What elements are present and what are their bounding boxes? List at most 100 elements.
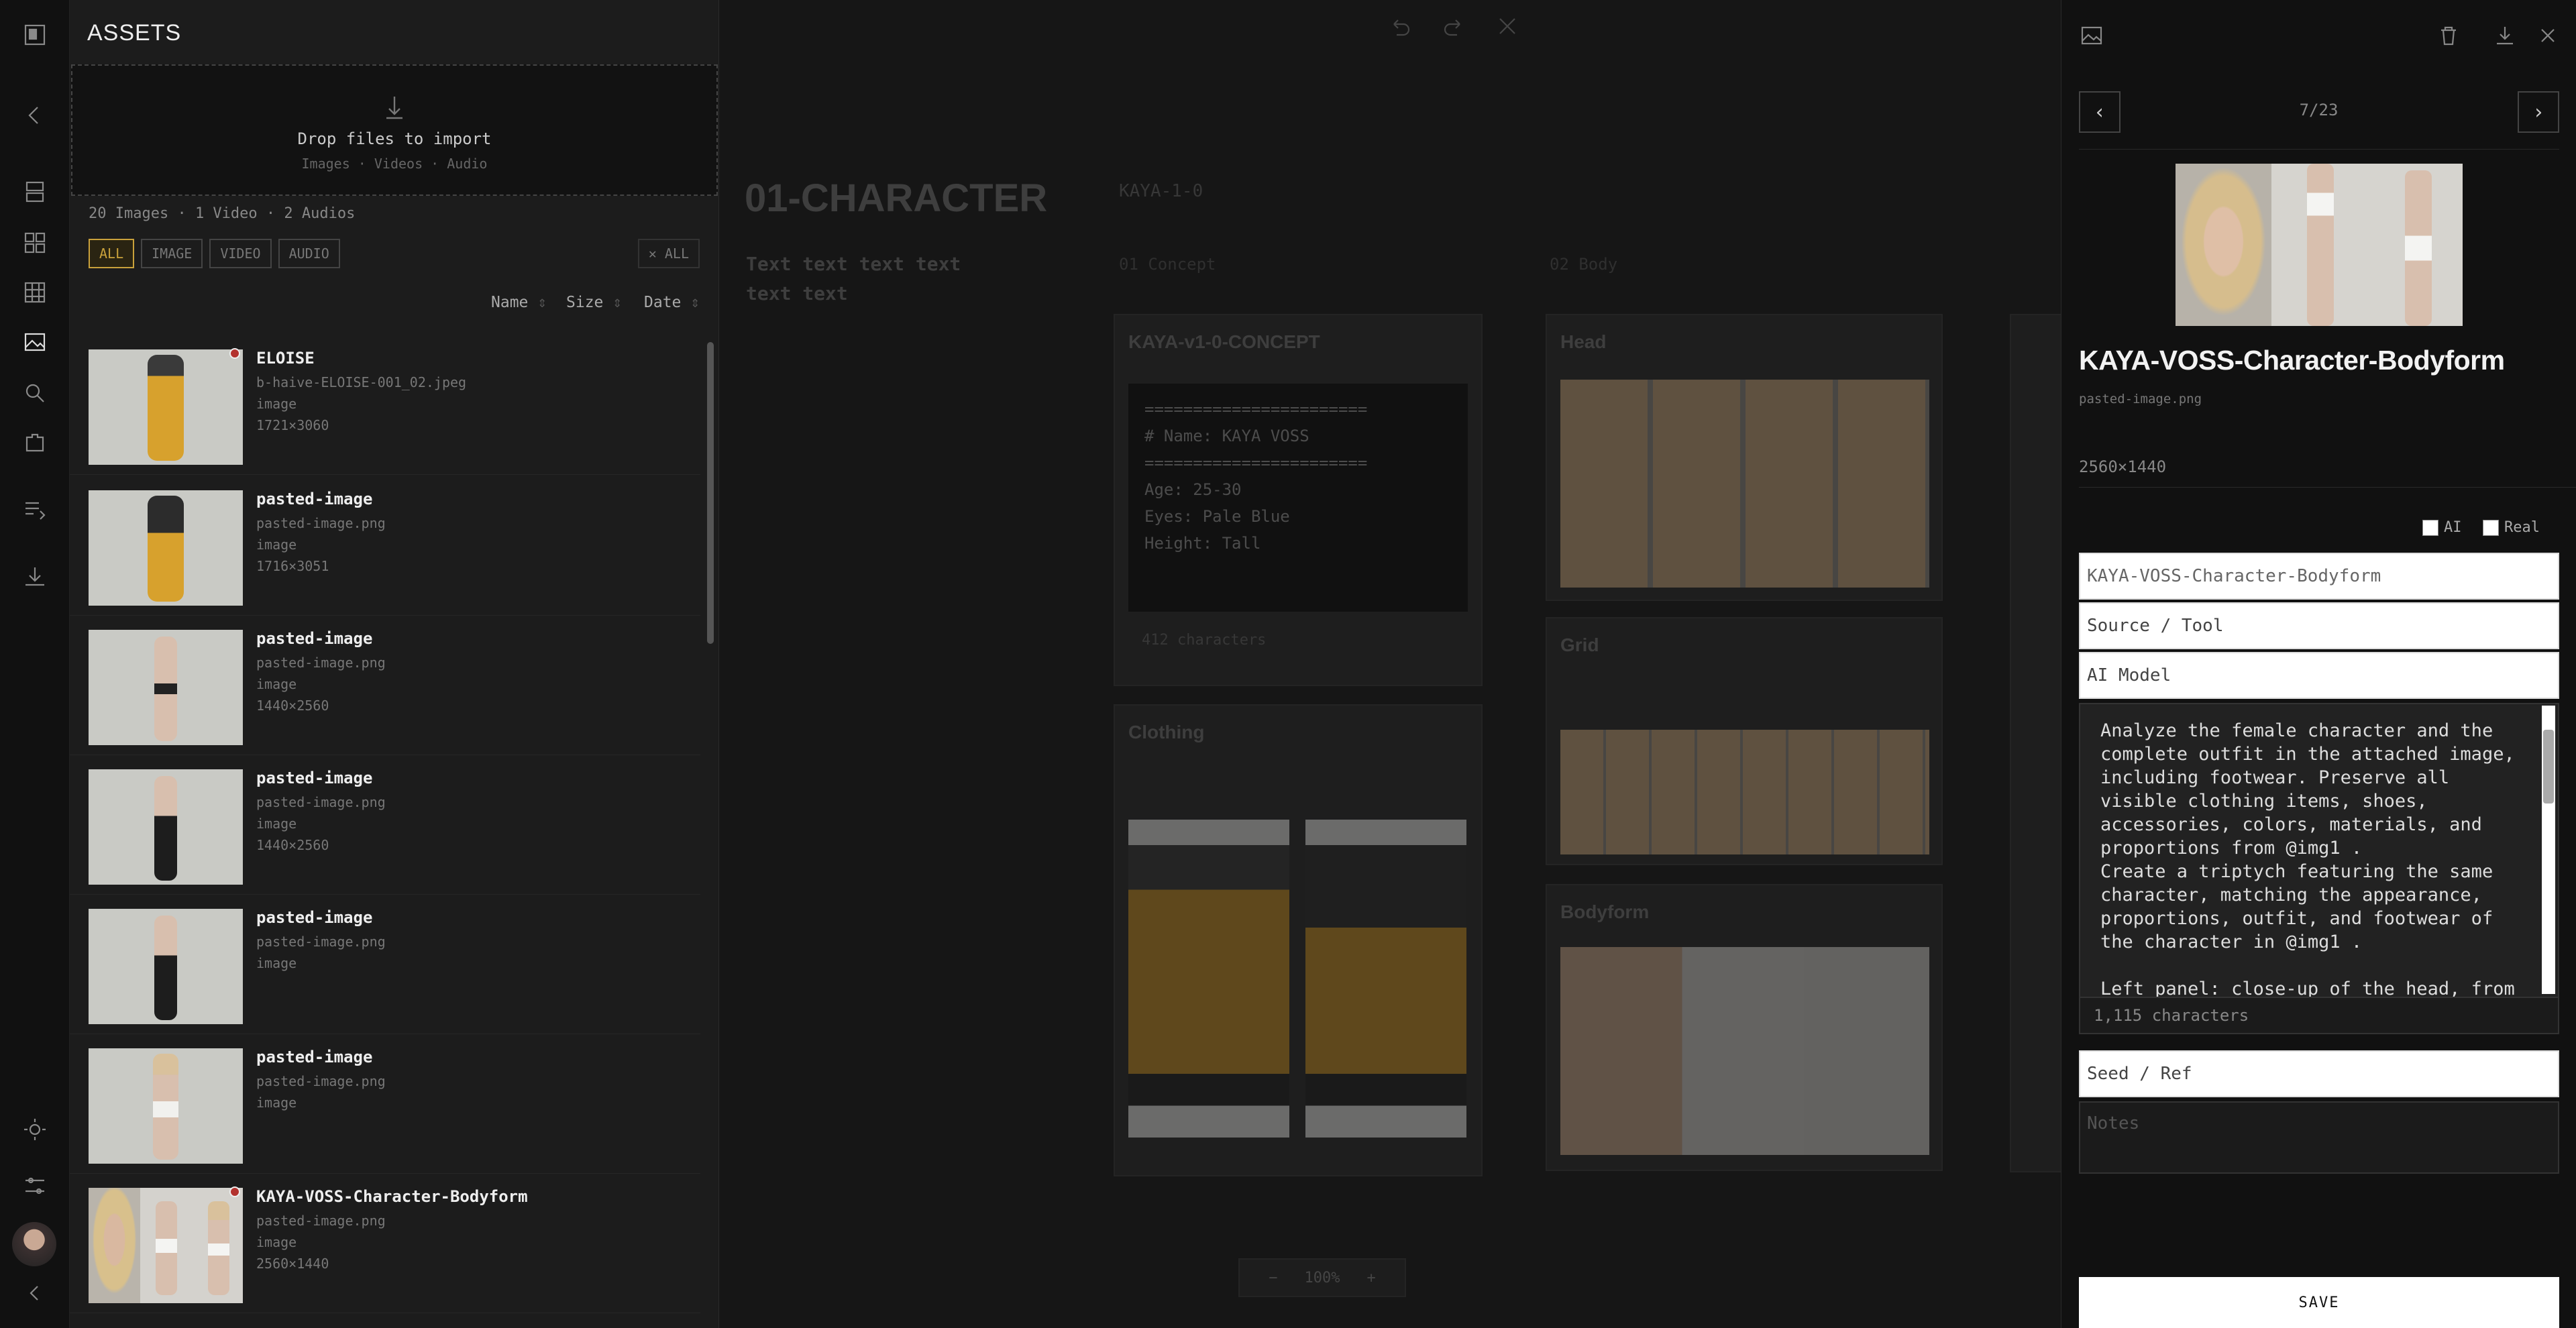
concept-line: ======================= bbox=[1144, 400, 1368, 419]
source-tool-input[interactable]: Source / Tool bbox=[2079, 602, 2559, 649]
list-item[interactable]: pasted-image pasted-image.png image 1716… bbox=[70, 476, 700, 616]
trash-icon[interactable] bbox=[2437, 24, 2460, 50]
download-icon[interactable] bbox=[19, 561, 51, 593]
asset-file: pasted-image.png bbox=[256, 934, 386, 950]
image-assets-icon[interactable] bbox=[19, 326, 51, 358]
undo-icon[interactable] bbox=[1389, 15, 1411, 40]
app-logo-icon[interactable] bbox=[19, 19, 51, 51]
sort-arrows-icon: ⇕ bbox=[537, 294, 547, 311]
drop-title: Drop files to import bbox=[297, 129, 492, 148]
grid-card[interactable]: Grid bbox=[1546, 617, 1943, 865]
clothing-card[interactable]: Clothing bbox=[1114, 704, 1483, 1176]
asset-file: pasted-image.png bbox=[256, 515, 386, 531]
zoom-out-icon[interactable]: − bbox=[1269, 1270, 1277, 1286]
ai-checkbox-box[interactable] bbox=[2422, 519, 2438, 536]
sort-size-button[interactable]: Size ⇕ bbox=[566, 294, 622, 311]
asset-counts: 20 Images · 1 Video · 2 Audios bbox=[89, 205, 356, 222]
asset-thumbnail bbox=[89, 1188, 243, 1303]
back-arrow-icon[interactable] bbox=[19, 99, 51, 131]
concept-line: Age: 25-30 bbox=[1144, 480, 1242, 499]
filter-audio[interactable]: AUDIO bbox=[278, 239, 340, 268]
asset-type: image bbox=[256, 537, 297, 553]
asset-name: pasted-image bbox=[256, 1048, 373, 1066]
head-card[interactable]: Head bbox=[1546, 314, 1943, 601]
list-item[interactable]: pasted-image pasted-image.png image bbox=[70, 1034, 700, 1174]
filter-video[interactable]: VIDEO bbox=[209, 239, 272, 268]
image-type-icon bbox=[2080, 24, 2103, 50]
theme-sun-icon[interactable] bbox=[19, 1113, 51, 1146]
list-item[interactable]: pasted-image pasted-image.png image 1440… bbox=[70, 755, 700, 895]
asset-list: ELOISE b-haive-ELOISE-001_02.jpeg image … bbox=[70, 335, 719, 1328]
layout-rows-icon[interactable] bbox=[19, 176, 51, 208]
prompt-scrollbar[interactable] bbox=[2542, 706, 2555, 994]
column-label: KAYA-1-0 bbox=[1119, 181, 1203, 201]
collapse-left-icon[interactable] bbox=[19, 1277, 51, 1309]
bodyform-image bbox=[1560, 947, 1929, 1155]
notes-textarea[interactable]: Notes bbox=[2079, 1101, 2559, 1174]
asset-type: image bbox=[256, 816, 297, 832]
search-icon[interactable] bbox=[19, 377, 51, 409]
asset-type: image bbox=[256, 955, 297, 971]
ai-model-input[interactable]: AI Model bbox=[2079, 652, 2559, 699]
drop-zone[interactable]: Drop files to import Images · Videos · A… bbox=[71, 64, 718, 196]
next-asset-button[interactable]: › bbox=[2518, 91, 2559, 133]
grid-icon[interactable] bbox=[19, 227, 51, 259]
asset-file: pasted-image.png bbox=[256, 1073, 386, 1089]
grid-sheet-image bbox=[1560, 730, 1929, 854]
sort-size-label: Size bbox=[566, 294, 604, 311]
ai-checkbox[interactable]: AI bbox=[2422, 519, 2462, 536]
zoom-in-icon[interactable]: + bbox=[1366, 1270, 1375, 1286]
asset-list-scrollbar[interactable] bbox=[707, 342, 714, 644]
close-icon[interactable] bbox=[2536, 24, 2559, 50]
prompt-textarea[interactable]: Analyze the female character and the com… bbox=[2079, 703, 2559, 998]
bodyform-card-title: Bodyform bbox=[1560, 901, 1650, 922]
bodyform-card[interactable]: Bodyform bbox=[1546, 884, 1943, 1171]
column-concept-label: 01 Concept bbox=[1119, 255, 1216, 274]
head-card-title: Head bbox=[1560, 331, 1607, 352]
clear-canvas-icon[interactable] bbox=[1496, 15, 1519, 40]
list-item[interactable]: pasted-image pasted-image.png image 1440… bbox=[70, 616, 700, 755]
asset-file: pasted-image.png bbox=[256, 655, 386, 671]
clear-all-button[interactable]: ✕ ALL bbox=[637, 239, 700, 268]
concept-card[interactable]: KAYA-v1-0-CONCEPT ======================… bbox=[1114, 314, 1483, 686]
plugin-icon[interactable] bbox=[19, 427, 51, 459]
download-icon[interactable] bbox=[2493, 24, 2516, 50]
asset-title: KAYA-VOSS-Character-Bodyform bbox=[2079, 345, 2505, 376]
filter-all[interactable]: ALL bbox=[89, 239, 135, 268]
filter-image[interactable]: IMAGE bbox=[141, 239, 203, 268]
assets-title: ASSETS bbox=[87, 20, 182, 46]
name-field[interactable]: KAYA-VOSS-Character-Bodyform bbox=[2079, 553, 2559, 600]
asset-name: pasted-image bbox=[256, 769, 373, 787]
settings-sliders-icon[interactable] bbox=[19, 1170, 51, 1202]
asset-name: pasted-image bbox=[256, 908, 373, 927]
asset-type: image bbox=[256, 1095, 297, 1111]
list-item[interactable]: pasted-image pasted-image.png image bbox=[70, 895, 700, 1034]
sort-name-button[interactable]: Name ⇕ bbox=[491, 294, 547, 311]
avatar[interactable] bbox=[12, 1222, 56, 1266]
seed-ref-input[interactable]: Seed / Ref bbox=[2079, 1050, 2559, 1097]
real-checkbox-box[interactable] bbox=[2483, 519, 2499, 536]
real-checkbox[interactable]: Real bbox=[2483, 519, 2540, 536]
list-item[interactable]: ELOISE b-haive-ELOISE-001_02.jpeg image … bbox=[70, 335, 700, 475]
import-arrow-icon bbox=[386, 97, 402, 119]
asset-name: KAYA-VOSS-Character-Bodyform bbox=[256, 1187, 528, 1206]
asset-dims: 1716×3051 bbox=[256, 558, 329, 574]
asset-dims: 1440×2560 bbox=[256, 698, 329, 714]
asset-type: image bbox=[256, 396, 297, 412]
asset-name: ELOISE bbox=[256, 349, 315, 368]
save-button[interactable]: SAVE bbox=[2079, 1277, 2559, 1328]
clothing-front-image bbox=[1128, 820, 1289, 1138]
zoom-level: 100% bbox=[1304, 1269, 1340, 1286]
sort-date-button[interactable]: Date ⇕ bbox=[644, 294, 700, 311]
list-item[interactable]: KAYA-VOSS-Character-Bodyform pasted-imag… bbox=[70, 1174, 700, 1313]
zoom-control[interactable]: − 100% + bbox=[1238, 1258, 1406, 1297]
redo-icon[interactable] bbox=[1442, 15, 1465, 40]
board-icon[interactable] bbox=[19, 276, 51, 309]
concept-line: ======================= bbox=[1144, 453, 1368, 472]
asset-type: image bbox=[256, 1234, 297, 1250]
selected-dot-icon bbox=[229, 348, 240, 359]
head-sheet-image bbox=[1560, 380, 1929, 588]
list-icon[interactable] bbox=[19, 494, 51, 526]
asset-preview-image bbox=[2176, 164, 2463, 326]
prompt-scroll-thumb[interactable] bbox=[2543, 730, 2554, 804]
